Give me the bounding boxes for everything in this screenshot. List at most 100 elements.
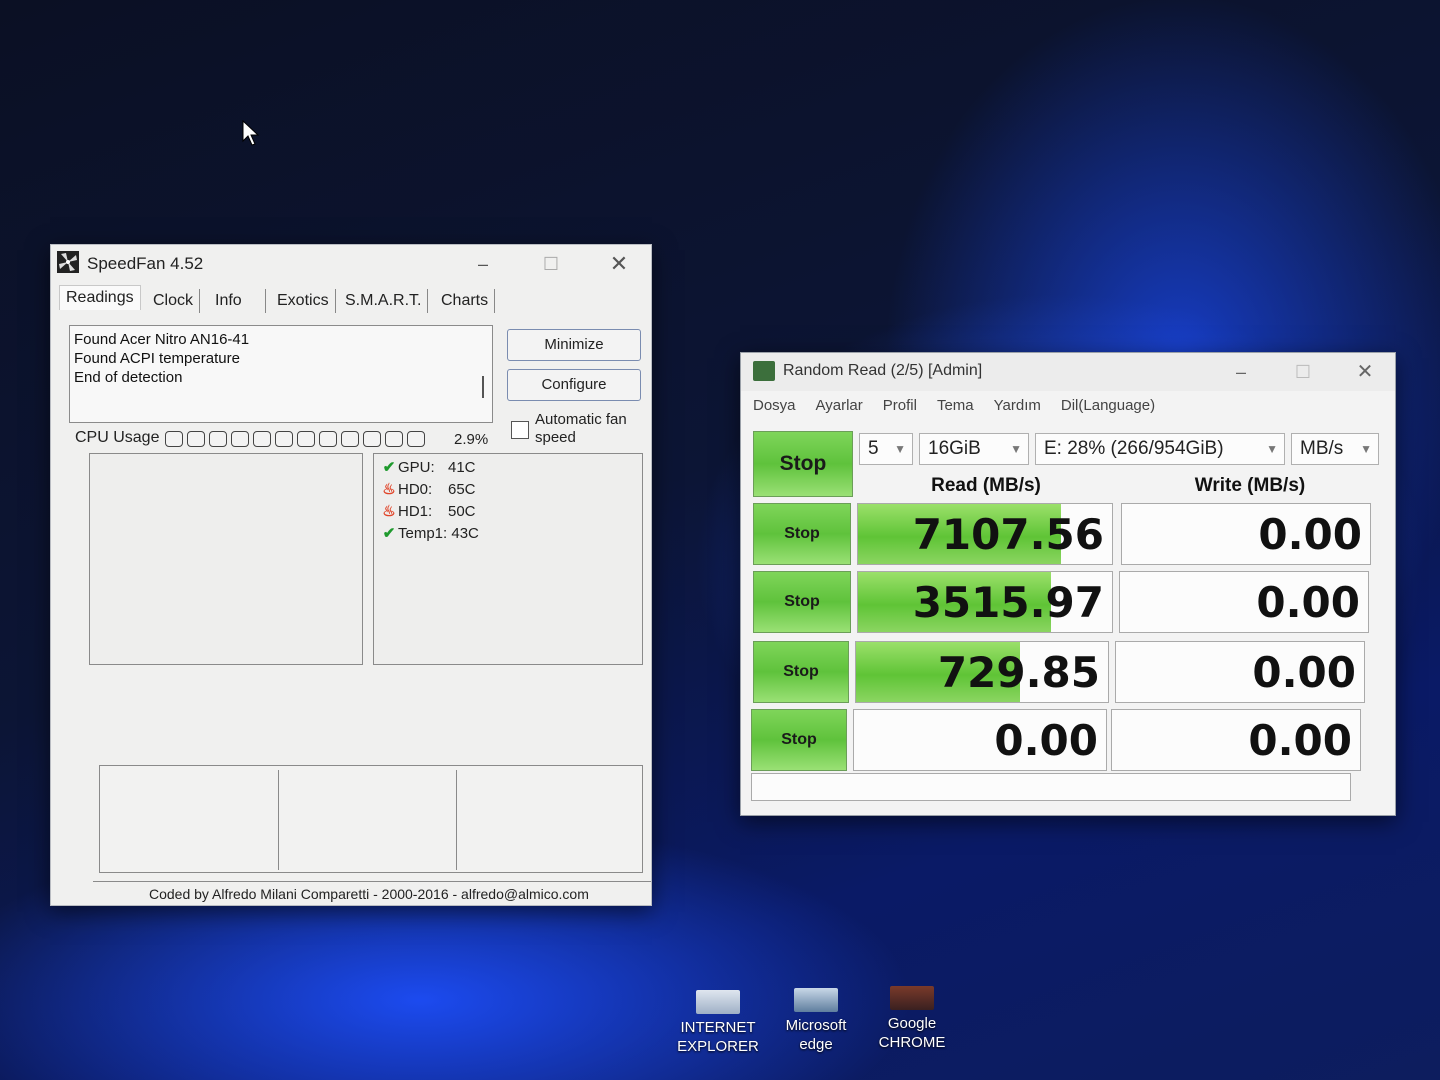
minimize-window-icon[interactable]: – — [463, 251, 503, 277]
test-count-select[interactable]: 5 ▼ — [859, 433, 913, 465]
write-value: 0.00 — [1258, 510, 1362, 559]
desktop-icon-microsoft-edge[interactable]: Microsoft edge — [766, 988, 866, 1054]
chevron-down-icon: ▼ — [894, 442, 906, 456]
row-stop-button[interactable]: Stop — [753, 571, 851, 633]
desktop-icon-label: CHROME — [878, 1034, 946, 1051]
write-result-cell: 0.00 — [1119, 571, 1369, 633]
reading-row: ✔ GPU: 41C — [380, 458, 476, 478]
log-scrollbar[interactable] — [482, 376, 484, 398]
tab-exotics[interactable]: Exotics — [271, 289, 336, 313]
detection-log[interactable]: Found Acer Nitro AN16-41 Found ACPI temp… — [69, 325, 493, 423]
tab-charts[interactable]: Charts — [435, 289, 496, 313]
desktop-icon-label: edge — [799, 1036, 833, 1053]
flame-icon: ♨ — [382, 503, 396, 520]
cpu-usage-value: 2.9% — [454, 431, 489, 448]
microsoft-edge-icon — [794, 988, 838, 1012]
minimize-window-icon[interactable]: – — [1221, 359, 1261, 385]
write-result-cell: 0.00 — [1121, 503, 1371, 565]
maximize-window-icon[interactable]: ☐ — [1283, 359, 1323, 385]
close-window-icon[interactable]: ✕ — [599, 251, 639, 277]
menu-language[interactable]: Dil(Language) — [1061, 393, 1155, 419]
reading-label: Temp1: — [398, 525, 448, 542]
menu-ayarlar[interactable]: Ayarlar — [816, 393, 863, 419]
tab-readings[interactable]: Readings — [59, 285, 141, 310]
unit-select[interactable]: MB/s ▼ — [1291, 433, 1379, 465]
speedfan-window: SpeedFan 4.52 – ☐ ✕ Readings Clock Info … — [50, 244, 652, 906]
comment-bar[interactable] — [751, 773, 1351, 801]
title-bar[interactable]: SpeedFan 4.52 – ☐ ✕ — [51, 245, 651, 283]
tab-info[interactable]: Info — [209, 289, 266, 313]
menu-tema[interactable]: Tema — [937, 393, 974, 419]
write-value: 0.00 — [1256, 578, 1360, 627]
configure-button[interactable]: Configure — [507, 369, 641, 401]
cpu-meter-cell — [275, 431, 293, 447]
stop-all-button[interactable]: Stop — [753, 431, 853, 497]
chevron-down-icon: ▼ — [1360, 442, 1372, 456]
reading-label: GPU: — [398, 459, 435, 476]
title-bar[interactable]: Random Read (2/5) [Admin] – ☐ ✕ — [741, 353, 1395, 391]
desktop-icon-google-chrome[interactable]: Google CHROME — [862, 986, 962, 1052]
tab-smart[interactable]: S.M.A.R.T. — [339, 289, 429, 313]
test-size-select[interactable]: 16GiB ▼ — [919, 433, 1029, 465]
google-chrome-icon — [890, 986, 934, 1010]
minimize-button[interactable]: Minimize — [507, 329, 641, 361]
divider — [456, 770, 457, 870]
read-value: 729.85 — [937, 648, 1100, 697]
cpu-usage-meter — [165, 431, 425, 447]
graph-panel — [99, 765, 643, 873]
write-result-cell: 0.00 — [1111, 709, 1361, 771]
credits-footer: Coded by Alfredo Milani Comparetti - 200… — [93, 881, 651, 902]
cpu-meter-cell — [231, 431, 249, 447]
log-line: Found ACPI temperature — [74, 350, 240, 367]
tab-clock[interactable]: Clock — [147, 289, 201, 313]
menu-bar: Dosya Ayarlar Profil Tema Yardım Dil(Lan… — [741, 393, 1395, 419]
read-value: 3515.97 — [912, 578, 1104, 627]
read-result-cell: 7107.56 — [857, 503, 1113, 565]
drive-select[interactable]: E: 28% (266/954GiB) ▼ — [1035, 433, 1285, 465]
cpu-meter-cell — [187, 431, 205, 447]
check-icon: ✔ — [382, 525, 396, 542]
desktop-icon-label: EXPLORER — [677, 1038, 759, 1055]
read-column-header: Read (MB/s) — [931, 475, 1041, 496]
row-stop-button[interactable]: Stop — [753, 641, 849, 703]
row-stop-button[interactable]: Stop — [751, 709, 847, 771]
row-stop-button[interactable]: Stop — [753, 503, 851, 565]
window-title: SpeedFan 4.52 — [87, 254, 204, 273]
reading-label: HD1: — [398, 503, 433, 520]
cpu-meter-cell — [407, 431, 425, 447]
desktop-icon-internet-explorer[interactable]: INTERNET EXPLORER — [668, 990, 768, 1056]
temperatures-panel: ✔ GPU: 41C ♨ HD0: 65C ♨ HD1: 50C ✔ Temp1: 43C — [373, 453, 643, 665]
cpu-meter-cell — [165, 431, 183, 447]
write-value: 0.00 — [1248, 716, 1352, 765]
desktop-icon-label: INTERNET — [680, 1019, 756, 1036]
cpu-meter-cell — [363, 431, 381, 447]
read-result-cell: 3515.97 — [857, 571, 1113, 633]
test-size-value: 16GiB — [928, 438, 981, 459]
menu-profil[interactable]: Profil — [883, 393, 917, 419]
read-value: 0.00 — [994, 716, 1098, 765]
write-value: 0.00 — [1252, 648, 1356, 697]
chevron-down-icon: ▼ — [1010, 442, 1022, 456]
menu-yardim[interactable]: Yardım — [994, 393, 1041, 419]
window-title: Random Read (2/5) [Admin] — [783, 362, 983, 379]
cpu-meter-cell — [297, 431, 315, 447]
unit-value: MB/s — [1300, 438, 1344, 459]
cpu-meter-cell — [253, 431, 271, 447]
cpu-meter-cell — [385, 431, 403, 447]
close-window-icon[interactable]: ✕ — [1345, 359, 1385, 385]
menu-dosya[interactable]: Dosya — [753, 393, 796, 419]
log-line: End of detection — [74, 369, 183, 386]
internet-explorer-icon — [696, 990, 740, 1014]
automatic-fan-speed-checkbox[interactable] — [511, 421, 529, 439]
cpu-meter-cell — [319, 431, 337, 447]
cpu-usage-label: CPU Usage — [75, 429, 160, 446]
maximize-window-icon[interactable]: ☐ — [531, 251, 571, 277]
reading-value: 50C — [448, 503, 476, 520]
speedfan-fan-icon — [57, 251, 79, 273]
drive-value: E: 28% (266/954GiB) — [1044, 438, 1224, 459]
reading-row: ♨ HD1: 50C — [380, 502, 476, 522]
read-value: 7107.56 — [912, 510, 1104, 559]
log-line: Found Acer Nitro AN16-41 — [74, 331, 250, 348]
crystaldiskmark-window: Random Read (2/5) [Admin] – ☐ ✕ Dosya Ay… — [740, 352, 1396, 816]
write-column-header: Write (MB/s) — [1194, 475, 1306, 496]
